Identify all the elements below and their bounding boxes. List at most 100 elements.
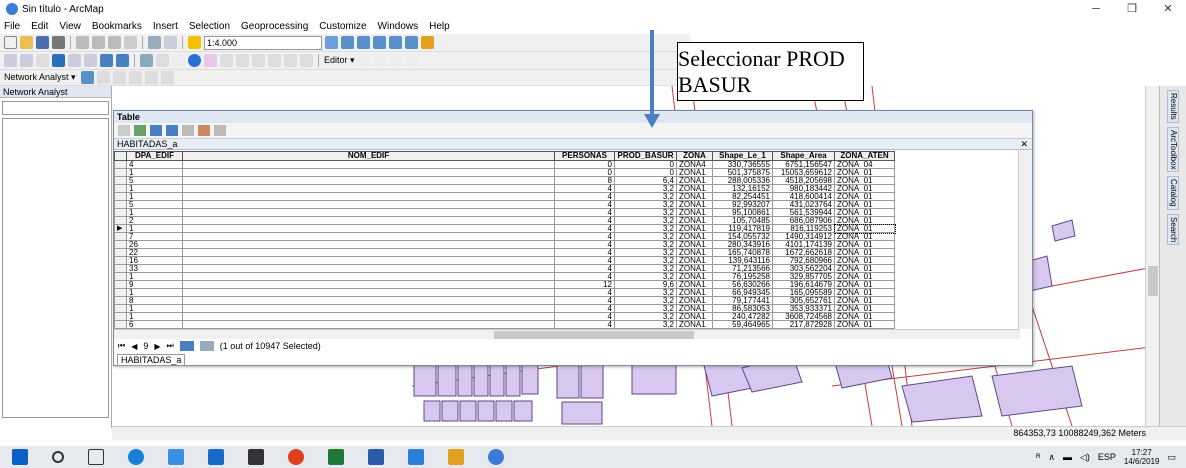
table-cell[interactable]: ZONA_01 (834, 288, 895, 297)
editor-menu[interactable]: Editor ▾ (324, 55, 355, 66)
table-cell[interactable]: 3,2 (614, 248, 677, 257)
table-cell[interactable]: 816,119253 (772, 224, 835, 233)
col-header-zona-aten[interactable]: ZONA_ATEN (834, 151, 895, 161)
table-cell[interactable]: 33 (126, 264, 183, 273)
table-cell[interactable]: 3,2 (614, 320, 677, 329)
start-icon[interactable] (12, 449, 28, 465)
hyperlink-icon[interactable] (204, 54, 217, 67)
go-to-xy-icon[interactable] (284, 54, 297, 67)
table-cell[interactable]: 3,2 (614, 184, 677, 193)
network-analyst-window-icon[interactable] (80, 71, 94, 84)
network-analyst-menu[interactable]: Network Analyst ▾ (4, 72, 76, 83)
table-cell[interactable]: 1672,662618 (772, 248, 835, 257)
table-cell[interactable]: 22 (126, 248, 183, 257)
row-selector[interactable] (114, 200, 127, 209)
col-header-prod-basur[interactable]: PROD_BASUR (614, 151, 677, 161)
row-selector[interactable] (114, 248, 127, 257)
table-cell[interactable] (182, 184, 555, 193)
dock-results-tab[interactable]: Results (1167, 90, 1179, 123)
table-cell[interactable]: 217,872928 (772, 320, 835, 329)
table-cell[interactable]: ZONA1 (676, 208, 713, 217)
word-icon[interactable] (368, 449, 384, 465)
maximize-icon[interactable]: ❐ (1114, 0, 1150, 18)
table-cell[interactable]: 59,464965 (712, 320, 773, 329)
table-cell[interactable]: 3,2 (614, 216, 677, 225)
search-window-icon[interactable] (373, 36, 386, 49)
table-cell[interactable] (182, 208, 555, 217)
row-selector[interactable] (114, 232, 127, 241)
zoom-out-icon[interactable] (20, 54, 33, 67)
find-icon[interactable] (252, 54, 265, 67)
zoom-in-icon[interactable] (4, 54, 17, 67)
table-cell[interactable]: ZONA_01 (834, 320, 895, 329)
table-cell[interactable]: 4 (554, 320, 615, 329)
table-cell[interactable]: 95,100861 (712, 208, 773, 217)
table-cell[interactable]: ZONA1 (676, 256, 713, 265)
pan-icon[interactable] (36, 54, 49, 67)
table-row[interactable]: 5 4 3,2 ZONA1 92,993207 431,023764 ZONA_01 (114, 200, 895, 209)
table-row[interactable]: 1 4 3,2 ZONA1 86,583053 353,933371 ZONA_01 (114, 304, 895, 313)
menu-help[interactable]: Help (429, 21, 450, 32)
col-header-shape-area[interactable]: Shape_Area (772, 151, 835, 161)
row-selector[interactable] (114, 280, 127, 289)
table-cell[interactable]: ZONA_04 (834, 160, 895, 169)
table-cell[interactable] (182, 304, 555, 313)
table-cell[interactable]: 0 (614, 168, 677, 177)
select-elements-icon[interactable] (172, 54, 185, 67)
table-cell[interactable]: 79,177441 (712, 296, 773, 305)
row-selector[interactable] (114, 296, 127, 305)
table-row[interactable]: 1 4 3,2 ZONA1 132,16152 980,183442 ZONA_01 (114, 184, 895, 193)
table-cell[interactable]: 418,600414 (772, 192, 835, 201)
table-row[interactable]: 6 4 3,2 ZONA1 59,464965 217,872928 ZONA_01 (114, 320, 895, 329)
table-cell[interactable]: 3,2 (614, 264, 677, 273)
fixed-zoom-in-icon[interactable] (68, 54, 81, 67)
table-cell[interactable]: 165,095589 (772, 288, 835, 297)
table-cell[interactable]: 1 (126, 304, 183, 313)
table-cell[interactable]: 0 (554, 160, 615, 169)
col-header-shape-le-1[interactable]: Shape_Le_1 (712, 151, 773, 161)
table-cell[interactable]: 1 (126, 288, 183, 297)
table-cell[interactable]: 1 (126, 184, 183, 193)
redo-icon[interactable] (164, 36, 177, 49)
table-cell[interactable]: 12 (554, 280, 615, 289)
network-icon[interactable]: ▬ (1063, 452, 1072, 462)
table-cell[interactable]: 4 (554, 240, 615, 249)
table-of-contents-icon[interactable] (341, 36, 354, 49)
table-cell[interactable]: ZONA1 (676, 272, 713, 281)
table-cell[interactable]: ZONA1 (676, 280, 713, 289)
table-cell[interactable]: 154,055732 (712, 232, 773, 241)
table-cell[interactable]: 4 (554, 312, 615, 321)
table-cell[interactable]: 288,005336 (712, 176, 773, 185)
table-cell[interactable]: 3,2 (614, 304, 677, 313)
edit-tool-icon[interactable] (357, 54, 371, 67)
table-cell[interactable]: ZONA_01 (834, 272, 895, 281)
table-cell[interactable]: 4 (554, 184, 615, 193)
table-cell[interactable]: ZONA_01 (834, 280, 895, 289)
notifications-icon[interactable]: ▭ (1167, 452, 1176, 463)
time-slider-icon[interactable] (300, 54, 313, 67)
dock-catalog-tab[interactable]: Catalog (1167, 176, 1179, 210)
table-cell[interactable]: ZONA4 (676, 160, 713, 169)
table-scroll-thumb[interactable] (494, 331, 694, 339)
table-cell[interactable]: ZONA_01 (834, 312, 895, 321)
menu-insert[interactable]: Insert (153, 21, 178, 32)
table-cell[interactable]: 3,2 (614, 232, 677, 241)
table-cell[interactable]: 2 (126, 216, 183, 225)
model-builder-icon[interactable] (421, 36, 434, 49)
directions-icon[interactable] (144, 71, 158, 84)
find-route-icon[interactable] (268, 54, 281, 67)
table-cell[interactable]: 4 (126, 160, 183, 169)
table-cell[interactable]: ZONA1 (676, 240, 713, 249)
table-cell[interactable]: ZONA_01 (834, 296, 895, 305)
table-row[interactable]: 1 4 3,2 ZONA1 66,949345 165,095589 ZONA_01 (114, 288, 895, 297)
table-row[interactable]: 22 4 3,2 ZONA1 165,740878 1672,662618 ZONA_01 (114, 248, 895, 257)
select-by-attributes-icon[interactable] (150, 125, 162, 136)
table-cell[interactable] (182, 272, 555, 281)
add-data-icon[interactable] (188, 36, 201, 49)
forward-extent-icon[interactable] (116, 54, 129, 67)
table-cell[interactable]: 4 (554, 296, 615, 305)
table-cell[interactable]: 1 (126, 312, 183, 321)
open-folder-icon[interactable] (20, 36, 33, 49)
table-cell[interactable]: 4 (554, 232, 615, 241)
table-row[interactable]: 26 4 3,2 ZONA1 280,343916 4101,174139 ZONA_01 (114, 240, 895, 249)
